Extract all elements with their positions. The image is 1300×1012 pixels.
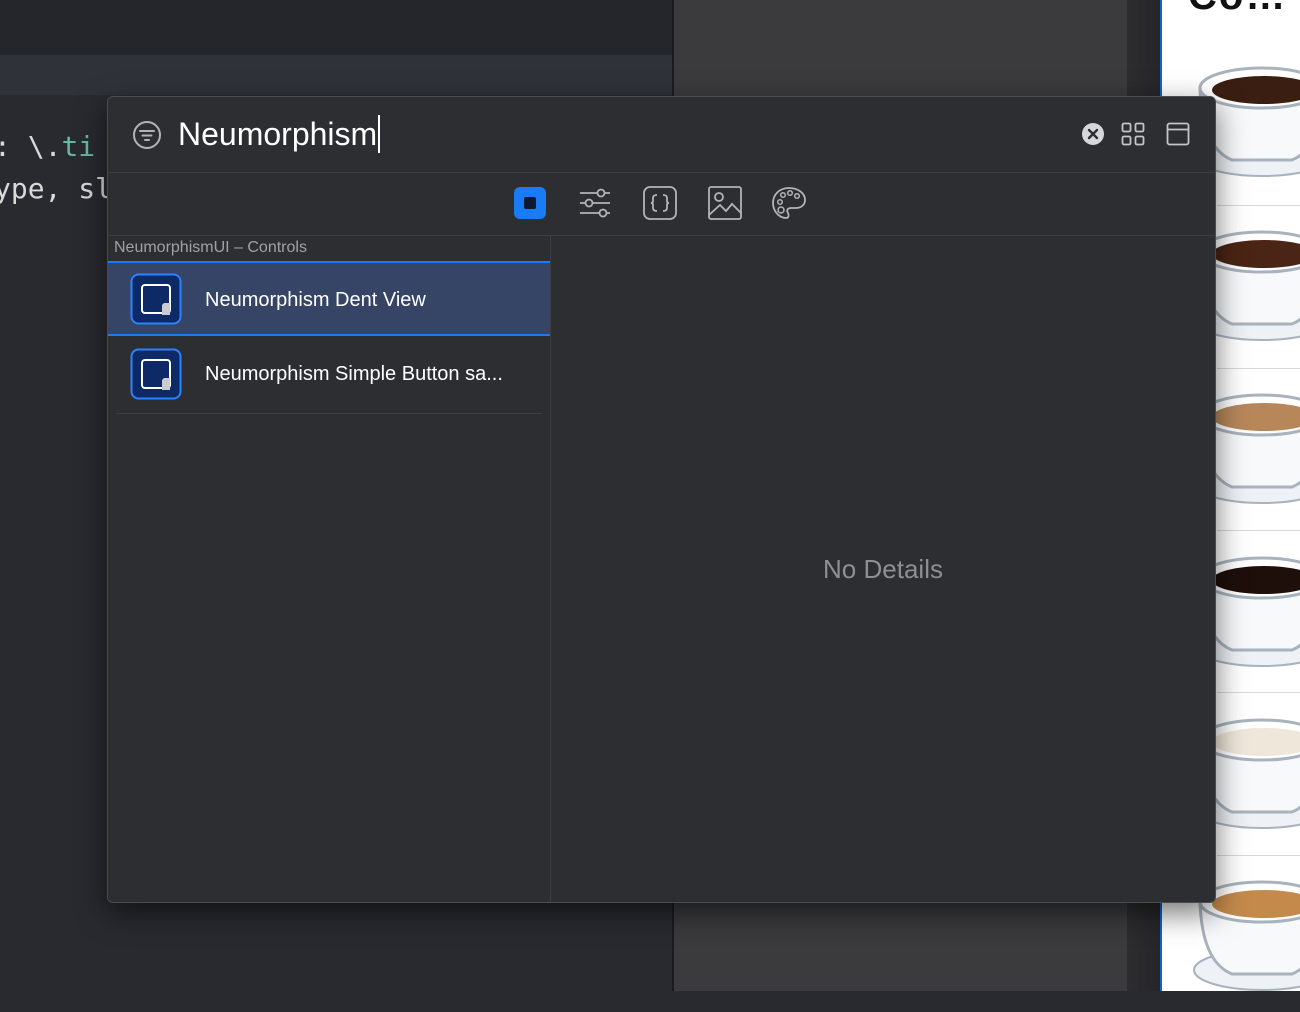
list-item[interactable]: Neumorphism Simple Button sa... (108, 336, 550, 411)
search-input[interactable]: Neumorphism (178, 115, 381, 153)
view-component-icon (130, 273, 182, 325)
tab-media[interactable] (707, 185, 743, 221)
grid-view-icon[interactable] (1121, 122, 1145, 146)
tab-colors[interactable] (771, 185, 807, 221)
text-caret (378, 115, 381, 153)
list-item[interactable]: Neumorphism Dent View (108, 261, 550, 336)
library-search-bar: Neumorphism (108, 97, 1215, 173)
library-panel: Neumorphism NeumorphismUI – Controls Neu… (107, 96, 1216, 903)
preview-title: Co… (1188, 0, 1287, 19)
tab-modifiers[interactable] (577, 185, 613, 221)
list-item-label: Neumorphism Dent View (205, 289, 426, 311)
tab-snippets[interactable] (642, 185, 678, 221)
search-input-value: Neumorphism (178, 115, 378, 152)
tab-views[interactable] (512, 185, 548, 221)
clear-icon[interactable] (1081, 122, 1105, 146)
library-results-list: NeumorphismUI – Controls Neumorphism Den… (108, 236, 551, 902)
list-item-label: Neumorphism Simple Button sa... (205, 363, 503, 385)
code-line[interactable]: ype, sl (0, 172, 112, 205)
filter-icon[interactable] (132, 120, 162, 150)
code-line[interactable]: : \.ti (0, 130, 95, 163)
list-separator (116, 413, 542, 414)
library-tab-bar (108, 173, 1215, 236)
window-icon[interactable] (1166, 122, 1190, 146)
view-component-icon (130, 348, 182, 400)
no-details-placeholder: No Details (823, 554, 943, 584)
details-pane: No Details (551, 236, 1215, 902)
editor-tab-bar (0, 0, 672, 55)
section-header: NeumorphismUI – Controls (114, 239, 307, 256)
current-line-highlight (0, 55, 672, 95)
